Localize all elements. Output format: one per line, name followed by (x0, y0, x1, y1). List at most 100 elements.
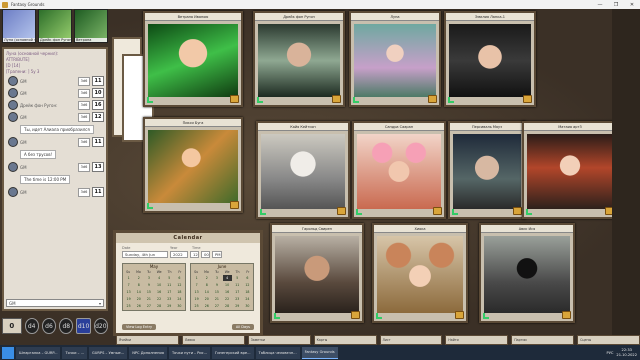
resize-handle[interactable] (452, 209, 458, 215)
calendar-window[interactable]: Calendar Date Year Time Sunday, 4th Jun … (113, 230, 263, 336)
calendar-day[interactable]: 13 (124, 289, 133, 295)
calendar-day[interactable]: 12 (243, 282, 252, 288)
hotkey-slot[interactable]: Лист (379, 335, 443, 345)
lock-icon[interactable] (351, 311, 360, 319)
calendar-day[interactable]: 11 (233, 282, 242, 288)
calendar-day[interactable]: 14 (134, 289, 143, 295)
close-button[interactable]: ✕ (624, 0, 640, 9)
lock-icon[interactable] (230, 95, 239, 103)
resize-handle[interactable] (526, 209, 532, 215)
calendar-day[interactable]: 18 (243, 289, 252, 295)
resize-handle[interactable] (147, 97, 153, 103)
calendar-day[interactable]: 9 (212, 282, 221, 288)
chevron-down-icon[interactable]: ▾ (99, 301, 101, 306)
hotkey-slot[interactable]: Партии (511, 335, 575, 345)
right-sidebar[interactable] (612, 9, 640, 345)
calendar-day[interactable]: 20 (202, 296, 211, 302)
calendar-day[interactable]: 29 (165, 303, 174, 309)
calendar-day[interactable]: 7 (124, 282, 133, 288)
calendar-day[interactable]: 10 (223, 282, 232, 288)
calendar-day[interactable]: 5 (165, 275, 174, 281)
party-portrait[interactable]: Дрейк фон Ругон (38, 9, 72, 43)
party-portrait[interactable]: Ветрана (74, 9, 108, 43)
calendar-day[interactable]: 11 (165, 282, 174, 288)
calendar-day[interactable]: 24 (175, 296, 184, 302)
portrait-card[interactable]: Ветрана Иваною (143, 11, 243, 107)
calendar-day[interactable]: 6 (175, 275, 184, 281)
calendar-day[interactable]: 14 (202, 289, 211, 295)
calendar-day[interactable]: 26 (134, 303, 143, 309)
calendar-day[interactable]: 9 (144, 282, 153, 288)
calendar-day[interactable]: 30 (243, 303, 252, 309)
calendar-day[interactable]: 3 (144, 275, 153, 281)
d10-icon[interactable]: d10 (76, 318, 91, 334)
taskbar-item-active[interactable]: Fantasy Grounds (301, 346, 338, 359)
calendar-day[interactable]: 2 (134, 275, 143, 281)
calendar-day[interactable]: 2 (202, 275, 211, 281)
calendar-day[interactable]: 30 (175, 303, 184, 309)
hotkey-slot[interactable]: Найти (445, 335, 509, 345)
d4-icon[interactable]: d4 (24, 318, 39, 334)
maximize-button[interactable]: ❐ (608, 0, 624, 9)
resize-handle[interactable] (356, 209, 362, 215)
taskbar-item[interactable]: Шпаргалка – GURP... (16, 346, 61, 359)
portrait-card[interactable]: Пикси Буга (143, 117, 243, 213)
d8-icon[interactable]: d8 (59, 318, 74, 334)
portrait-card[interactable]: Гарольд Свирен (270, 223, 364, 323)
calendar-day[interactable]: 28 (155, 303, 164, 309)
chat-input[interactable]: GM ▾ (6, 299, 104, 307)
calendar-day[interactable]: 18 (175, 289, 184, 295)
resize-handle[interactable] (274, 313, 280, 319)
resize-handle[interactable] (260, 209, 266, 215)
taskbar-item[interactable]: GURPS – Умные... (89, 346, 128, 359)
taskbar-item[interactable]: Гинегерский вре... (212, 346, 254, 359)
calendar-day[interactable]: 17 (233, 289, 242, 295)
clock[interactable]: 22:33 21.10.2022 (616, 348, 637, 357)
minimize-button[interactable]: — (592, 0, 608, 9)
portrait-card[interactable]: Сандра Сааран (352, 121, 446, 219)
d20-icon[interactable]: d20 (93, 318, 108, 334)
portrait-card[interactable]: Эмилия Лапка-1 (444, 11, 536, 107)
taskbar-item[interactable]: Точки – ... (62, 346, 88, 359)
minute-field[interactable]: 00 (201, 251, 210, 258)
chat-window[interactable]: Луна (основной чернил): ATTRIBUTE] [D [1… (2, 47, 108, 311)
calendar-day[interactable]: 17 (165, 289, 174, 295)
portrait-card[interactable]: Дрейк фон Ругон (253, 11, 345, 107)
resize-handle[interactable] (353, 97, 359, 103)
calendar-day[interactable]: 21 (144, 296, 153, 302)
calendar-day[interactable]: 12 (175, 282, 184, 288)
portrait-card[interactable]: Матаиа арт3 (522, 121, 618, 219)
calendar-day[interactable]: 5 (233, 275, 242, 281)
hotkey-slot[interactable]: Заметки (247, 335, 311, 345)
calendar-day[interactable]: 28 (223, 303, 232, 309)
calendar-day[interactable]: 25 (124, 303, 133, 309)
party-portrait[interactable]: Луна (основной чернил) (2, 9, 36, 43)
hotkey-slot[interactable]: Карты (313, 335, 377, 345)
resize-handle[interactable] (376, 313, 382, 319)
portrait-card[interactable]: Хиока (372, 223, 468, 323)
calendar-day[interactable]: 13 (192, 289, 201, 295)
calendar-day[interactable]: 27 (212, 303, 221, 309)
calendar-day[interactable]: 23 (165, 296, 174, 302)
windows-start-icon[interactable] (2, 346, 14, 359)
modifier-box[interactable]: 0 (2, 318, 22, 334)
calendar-day[interactable]: 15 (144, 289, 153, 295)
calendar-day[interactable]: 4 (155, 275, 164, 281)
calendar-day[interactable]: 1 (192, 275, 201, 281)
all-days-button[interactable]: All Days (231, 324, 254, 330)
calendar-day[interactable]: 27 (144, 303, 153, 309)
ampm-field[interactable]: PM (212, 251, 222, 258)
calendar-day[interactable]: 20 (134, 296, 143, 302)
calendar-day[interactable]: 16 (223, 289, 232, 295)
portrait-card[interactable]: Луна (349, 11, 441, 107)
taskbar-item[interactable]: Таблица человечн... (255, 346, 300, 359)
calendar-day[interactable]: 26 (202, 303, 211, 309)
hotkey-slot[interactable]: Ячейки (116, 335, 179, 345)
calendar-day[interactable]: 19 (192, 296, 201, 302)
resize-handle[interactable] (448, 97, 454, 103)
calendar-day[interactable]: 4 (222, 275, 232, 281)
language-indicator[interactable]: РУС (607, 351, 614, 355)
calendar-day[interactable]: 24 (243, 296, 252, 302)
resize-handle[interactable] (257, 97, 263, 103)
calendar-day[interactable]: 6 (243, 275, 252, 281)
